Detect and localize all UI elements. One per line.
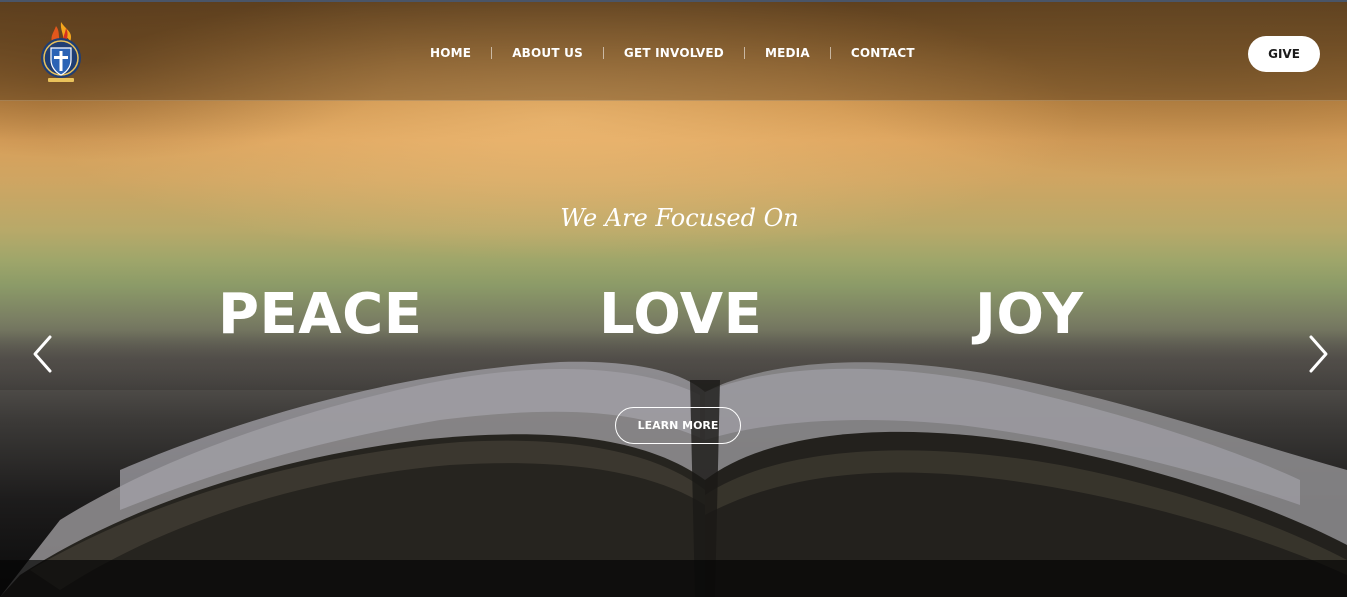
hero-tagline: We Are Focused On — [560, 204, 799, 232]
learn-more-button[interactable]: LEARN MORE — [615, 407, 741, 444]
site-header: HOME ABOUT US GET INVOLVED MEDIA CONTACT… — [0, 2, 1347, 101]
nav-home[interactable]: HOME — [410, 43, 491, 63]
hero-word-love: LOVE — [599, 282, 763, 347]
chevron-left-icon[interactable] — [31, 334, 55, 374]
nav-about-us[interactable]: ABOUT US — [492, 43, 603, 63]
hero-word-joy: JOY — [975, 282, 1084, 347]
hero-word-peace: PEACE — [218, 282, 423, 347]
church-logo-icon[interactable] — [36, 18, 86, 88]
nav-media[interactable]: MEDIA — [745, 43, 830, 63]
nav-get-involved[interactable]: GET INVOLVED — [604, 43, 744, 63]
chevron-right-icon[interactable] — [1306, 334, 1330, 374]
main-nav: HOME ABOUT US GET INVOLVED MEDIA CONTACT — [410, 43, 935, 63]
nav-contact[interactable]: CONTACT — [831, 43, 935, 63]
give-button[interactable]: GIVE — [1248, 36, 1320, 72]
